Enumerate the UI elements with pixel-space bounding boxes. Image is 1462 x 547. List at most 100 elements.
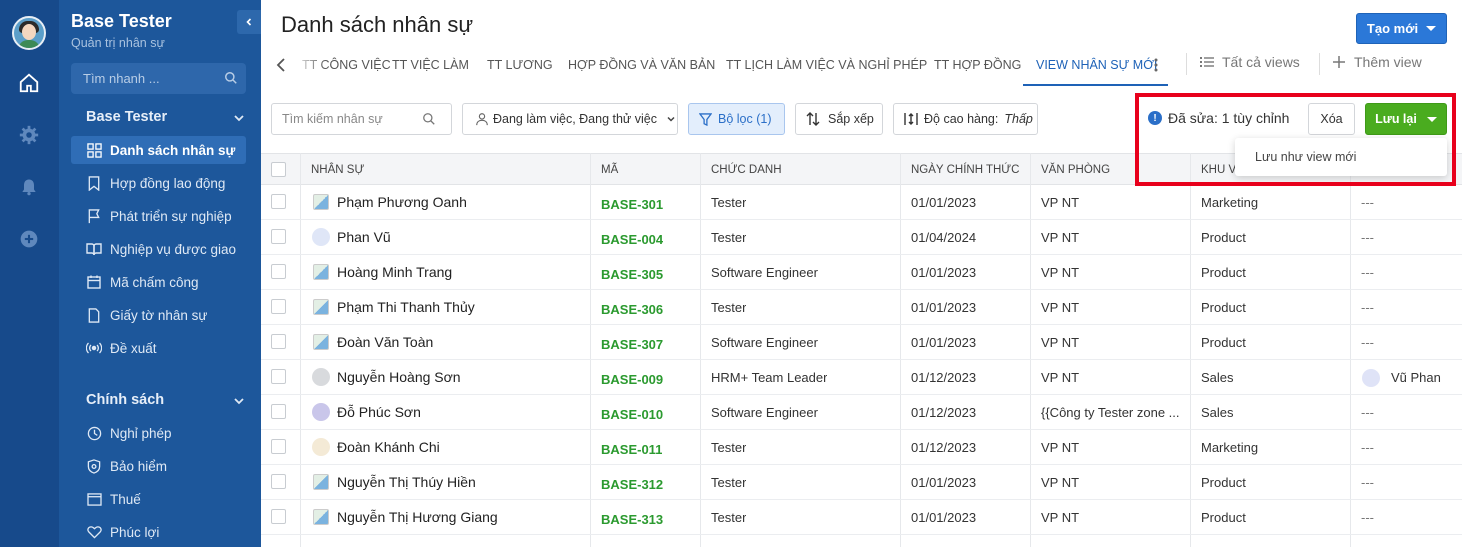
section-base-tester[interactable]: Base Tester bbox=[86, 109, 167, 125]
office: VP NT bbox=[1041, 475, 1080, 490]
employee-code[interactable]: BASE-307 bbox=[601, 337, 663, 352]
employee-name[interactable]: Hoàng Minh Trang bbox=[337, 264, 452, 280]
employee-name[interactable]: Đoàn Khánh Chi bbox=[337, 439, 440, 455]
row-checkbox[interactable] bbox=[271, 509, 286, 524]
table-row[interactable]: Nguyễn Thị Hương Giang BASE-313 Tester 01/0… bbox=[261, 500, 1462, 535]
filter-button[interactable]: Bộ lọc (1) bbox=[688, 103, 785, 135]
sidebar-item-hop-dong-lao-dong[interactable]: Hợp đồng lao động bbox=[71, 169, 246, 197]
office: {{Công ty Tester zone ... bbox=[1041, 405, 1180, 420]
avatar bbox=[312, 368, 330, 386]
tab-tt-hop-dong[interactable]: TT HỢP ĐỒNG bbox=[934, 58, 1021, 72]
table-row[interactable]: Phạm Thi Thanh Thủy BASE-306 Tester 01/01/2… bbox=[261, 290, 1462, 325]
employee-name[interactable]: Phạm Phương Oanh bbox=[337, 194, 467, 210]
row-checkbox[interactable] bbox=[271, 299, 286, 314]
add-view-button[interactable]: Thêm view bbox=[1332, 54, 1422, 70]
tab-tt-lich-lam-viec[interactable]: TT LỊCH LÀM VIỆC VÀ NGHỈ PHÉP bbox=[726, 58, 927, 72]
shield-icon bbox=[86, 458, 102, 474]
avatar-image-icon bbox=[313, 194, 329, 210]
sidebar-item-de-xuat[interactable]: Đề xuất bbox=[71, 334, 246, 362]
sidebar-item-thue[interactable]: Thuế bbox=[71, 485, 246, 513]
sidebar-item-bao-hiem[interactable]: Bảo hiểm bbox=[71, 452, 246, 480]
add-circle-icon[interactable] bbox=[17, 227, 41, 251]
status-filter-dropdown[interactable]: Đang làm việc, Đang thử việc bbox=[462, 103, 678, 135]
column-header-nhan-su[interactable]: NHÂN SỰ bbox=[311, 164, 364, 176]
grid-icon bbox=[86, 142, 102, 158]
column-header-ngay-chinh-thuc[interactable]: NGÀY CHÍNH THỨC bbox=[911, 164, 1019, 176]
tab-view-nhan-su-moi[interactable]: VIEW NHÂN SỰ MỚI bbox=[1036, 58, 1157, 72]
employee-code[interactable]: BASE-010 bbox=[601, 407, 663, 422]
table-row[interactable]: Đoàn Khánh Chi BASE-011 Tester 01/12/2023 VP… bbox=[261, 430, 1462, 465]
sidebar-item-danh-sach-nhan-su[interactable]: Danh sách nhân sự bbox=[71, 136, 246, 164]
employee-code[interactable]: BASE-305 bbox=[601, 267, 663, 282]
chevron-left-icon bbox=[246, 18, 252, 26]
row-checkbox[interactable] bbox=[271, 264, 286, 279]
row-checkbox[interactable] bbox=[271, 334, 286, 349]
bell-icon[interactable] bbox=[17, 175, 41, 199]
sidebar-item-nghiep-vu[interactable]: Nghiệp vụ được giao bbox=[71, 235, 246, 263]
tab-fade bbox=[291, 47, 327, 83]
employee-name[interactable]: Phạm Thi Thanh Thủy bbox=[337, 299, 475, 315]
home-icon[interactable] bbox=[17, 71, 41, 95]
column-header-van-phong[interactable]: VĂN PHÒNG bbox=[1041, 164, 1110, 176]
avatar-image-icon bbox=[313, 299, 329, 315]
chevron-down-icon[interactable] bbox=[233, 395, 245, 407]
employee-code[interactable]: BASE-301 bbox=[601, 197, 663, 212]
sidebar-item-phuc-loi[interactable]: Phúc lợi bbox=[71, 518, 246, 546]
chevron-down-icon[interactable] bbox=[233, 112, 245, 124]
sidebar-item-nghi-phep[interactable]: Nghỉ phép bbox=[71, 419, 246, 447]
table-row[interactable]: Đoàn Văn Toàn BASE-307 Software Engineer 01… bbox=[261, 325, 1462, 360]
all-views-button[interactable]: Tất cả views bbox=[1200, 54, 1300, 70]
employee-code[interactable]: BASE-009 bbox=[601, 372, 663, 387]
row-checkbox[interactable] bbox=[271, 439, 286, 454]
table-row[interactable]: Đỗ Phúc Sơn BASE-010 Software Engineer 01/1… bbox=[261, 395, 1462, 430]
employee-code[interactable]: BASE-312 bbox=[601, 477, 663, 492]
employee-search-input[interactable] bbox=[272, 112, 422, 126]
gear-icon[interactable] bbox=[17, 123, 41, 147]
row-checkbox[interactable] bbox=[271, 474, 286, 489]
sidebar-collapse-button[interactable] bbox=[237, 10, 261, 34]
avatar bbox=[312, 403, 330, 421]
tab-tt-viec-lam[interactable]: TT VIỆC LÀM bbox=[392, 58, 469, 72]
table-row[interactable]: Nguyễn Hoàng Sơn BASE-009 HRM+ Team Leader… bbox=[261, 360, 1462, 395]
sidebar-item-label: Giấy tờ nhân sự bbox=[110, 307, 208, 323]
employee-code[interactable]: BASE-011 bbox=[601, 442, 662, 457]
sidebar-item-ma-cham-cong[interactable]: Mã chấm công bbox=[71, 268, 246, 296]
employee-code[interactable]: BASE-313 bbox=[601, 512, 663, 527]
row-height-button[interactable]: Độ cao hàng: Thấp bbox=[893, 103, 1038, 135]
sort-button[interactable]: Sắp xếp bbox=[795, 103, 883, 135]
row-checkbox[interactable] bbox=[271, 369, 286, 384]
sidebar-item-phat-trien-su-nghiep[interactable]: Phát triển sự nghiệp bbox=[71, 202, 246, 230]
sidebar-search-input[interactable] bbox=[71, 63, 221, 94]
area: Product bbox=[1201, 335, 1246, 350]
tab-tt-luong[interactable]: TT LƯƠNG bbox=[487, 58, 553, 72]
employee-name[interactable]: Phan Vũ bbox=[337, 229, 391, 245]
section-chinh-sach[interactable]: Chính sách bbox=[86, 392, 164, 408]
sidebar-item-label: Phúc lợi bbox=[110, 524, 160, 540]
row-checkbox[interactable] bbox=[271, 229, 286, 244]
table-row[interactable]: Hoàng Minh Trang BASE-305 Software Enginee… bbox=[261, 255, 1462, 290]
row-checkbox[interactable] bbox=[271, 194, 286, 209]
official-date: 01/01/2023 bbox=[911, 265, 977, 280]
row-checkbox[interactable] bbox=[271, 404, 286, 419]
employee-name[interactable]: Nguyễn Thị Hương Giang bbox=[337, 509, 498, 525]
table-row[interactable]: Nguyễn Thị Thúy Hiền BASE-312 Tester 01/01/… bbox=[261, 465, 1462, 500]
table-row[interactable]: Phạm Phương Oanh BASE-301 Tester 01/01/2023… bbox=[261, 185, 1462, 220]
user-avatar[interactable] bbox=[12, 16, 46, 50]
sidebar-item-giay-to-nhan-su[interactable]: Giấy tờ nhân sự bbox=[71, 301, 246, 329]
tab-hop-dong-va-van-ban[interactable]: HỢP ĐỒNG VÀ VĂN BẢN bbox=[568, 58, 715, 72]
office: VP NT bbox=[1041, 335, 1080, 350]
employee-name[interactable]: Đỗ Phúc Sơn bbox=[337, 404, 421, 420]
column-header-ma[interactable]: MÃ bbox=[601, 164, 618, 176]
column-header-chuc-danh[interactable]: CHỨC DANH bbox=[711, 164, 782, 176]
table-row[interactable]: Phan Vũ BASE-004 Tester 01/04/2024 VP NT Prod… bbox=[261, 220, 1462, 255]
employee-code[interactable]: BASE-004 bbox=[601, 232, 663, 247]
official-date: 01/04/2024 bbox=[911, 230, 977, 245]
employee-code[interactable]: BASE-306 bbox=[601, 302, 663, 317]
employee-name[interactable]: Nguyễn Hoàng Sơn bbox=[337, 369, 461, 385]
create-new-button[interactable]: Tạo mới bbox=[1356, 13, 1447, 44]
select-all-checkbox[interactable] bbox=[271, 162, 286, 177]
employee-name[interactable]: Đoàn Văn Toàn bbox=[337, 334, 433, 350]
employee-name[interactable]: Nguyễn Thị Thúy Hiền bbox=[337, 474, 476, 490]
kebab-menu-icon[interactable] bbox=[1154, 58, 1158, 72]
chevron-left-icon[interactable] bbox=[275, 57, 289, 73]
